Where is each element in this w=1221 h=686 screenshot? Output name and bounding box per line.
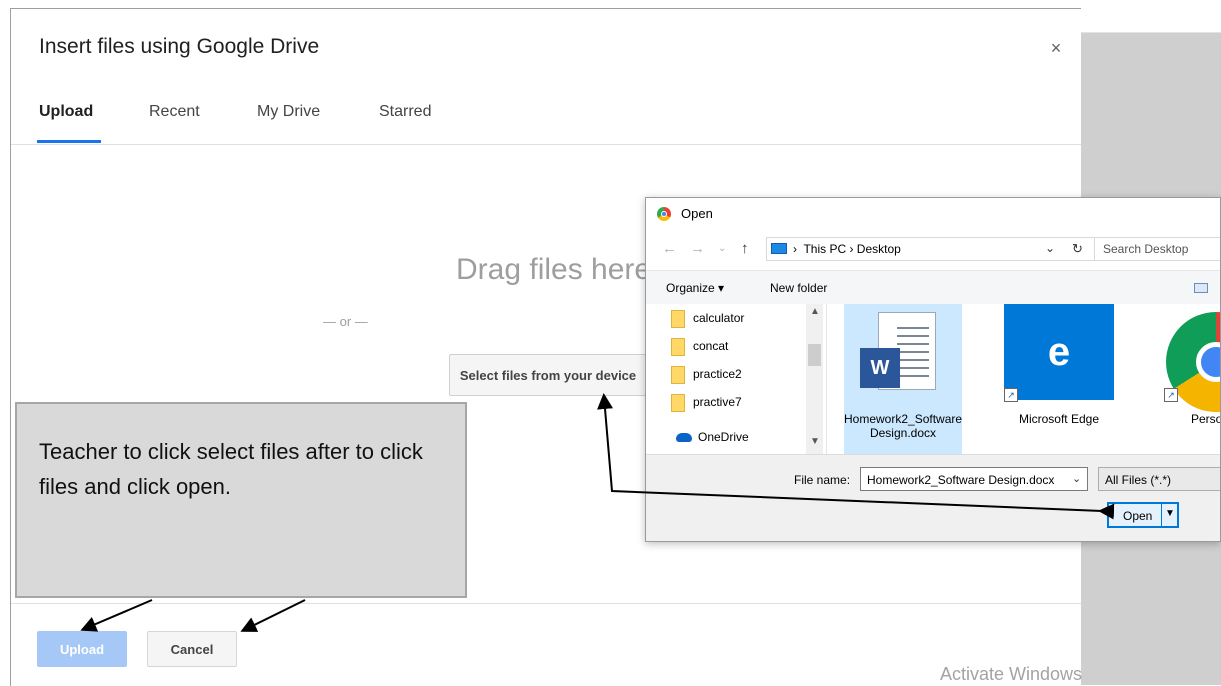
open-split-divider — [1161, 504, 1162, 526]
close-icon[interactable]: × — [1047, 39, 1065, 57]
search-placeholder: Search Desktop — [1103, 242, 1189, 256]
open-dialog-titlebar: Open — [646, 198, 1220, 230]
search-input[interactable]: Search Desktop — [1094, 237, 1220, 261]
chrome-icon — [657, 207, 671, 221]
address-dropdown-icon[interactable]: ⌄ — [1045, 241, 1055, 255]
file-type-select[interactable]: All Files (*.*) — [1098, 467, 1220, 491]
file-name-label: File name: — [794, 473, 851, 487]
file-item-homework2[interactable]: W Homework2_Software Design.docx — [844, 304, 962, 454]
tab-my-drive[interactable]: My Drive — [257, 103, 320, 121]
background-page-header — [1080, 0, 1221, 33]
file-item-chrome[interactable]: ↗ Perso Chr — [1164, 304, 1221, 454]
open-dialog-body: calculator concat practice2 practive7 On… — [646, 304, 1221, 454]
tab-active-indicator — [37, 140, 101, 143]
nav-item-label: calculator — [693, 311, 745, 326]
folder-icon — [671, 366, 685, 384]
refresh-icon[interactable]: ↻ — [1072, 241, 1083, 257]
scroll-down-icon[interactable]: ▼ — [810, 436, 820, 447]
open-button[interactable]: Open ▼ — [1107, 502, 1179, 528]
callout-text: Teacher to click select files after to c… — [39, 439, 423, 499]
nav-item-label: OneDrive — [698, 430, 749, 444]
open-button-label: Open — [1123, 509, 1153, 523]
file-label: Perso Chr — [1190, 412, 1221, 426]
scroll-up-icon[interactable]: ▲ — [810, 306, 820, 317]
nav-item-onedrive[interactable]: OneDrive — [676, 430, 749, 444]
view-options-icon[interactable] — [1194, 283, 1208, 293]
open-dialog-toolbar: Organize ▾ New folder — [646, 270, 1220, 305]
recent-locations-chevron-icon[interactable]: ⌄ — [718, 243, 726, 254]
organize-menu[interactable]: Organize ▾ — [666, 281, 724, 295]
folder-icon — [671, 310, 685, 328]
chevron-down-icon[interactable]: ⌄ — [1072, 472, 1081, 485]
up-arrow-icon[interactable]: ↑ — [741, 240, 749, 257]
activate-windows-watermark: Activate Windows — [940, 664, 1083, 684]
drag-files-text: Drag files here — [456, 253, 652, 286]
file-name-field[interactable]: Homework2_Software Design.docx ⌄ — [860, 467, 1088, 491]
address-prefix: › — [793, 242, 797, 256]
nav-item-concat[interactable]: concat — [671, 338, 728, 356]
new-folder-button[interactable]: New folder — [770, 281, 827, 295]
upload-button[interactable]: Upload — [37, 631, 127, 667]
tab-starred[interactable]: Starred — [379, 103, 431, 121]
forward-arrow-icon[interactable]: → — [690, 240, 705, 257]
nav-scrollbar[interactable]: ▲ ▼ — [806, 304, 823, 454]
tab-divider — [11, 144, 1081, 145]
open-dialog-navbar: ← → ⌄ ↑ › This PC › Desktop ⌄ ↻ Search D… — [646, 230, 1220, 270]
shortcut-arrow-icon: ↗ — [1004, 388, 1018, 402]
scrollbar-thumb[interactable] — [808, 344, 821, 366]
this-pc-icon — [771, 243, 787, 254]
onedrive-icon — [676, 433, 692, 443]
nav-item-practive7[interactable]: practive7 — [671, 394, 742, 412]
nav-item-practice2[interactable]: practice2 — [671, 366, 742, 384]
open-dialog-title: Open — [681, 206, 713, 221]
file-label: Microsoft Edge — [1018, 412, 1100, 426]
nav-item-label: concat — [693, 339, 729, 354]
back-arrow-icon[interactable]: ← — [662, 240, 677, 257]
address-text: This PC › Desktop — [803, 242, 901, 256]
open-dialog-bottom: File name: Homework2_Software Design.doc… — [646, 454, 1220, 541]
select-files-button[interactable]: Select files from your device — [449, 354, 647, 396]
folder-icon — [671, 394, 685, 412]
file-label: Homework2_Software Design.docx — [844, 412, 963, 440]
folder-icon — [671, 338, 685, 356]
address-bar[interactable]: › This PC › Desktop ⌄ ↻ — [766, 237, 1096, 261]
cancel-button[interactable]: Cancel — [147, 631, 237, 667]
picker-title: Insert files using Google Drive — [39, 35, 320, 58]
navigation-pane: calculator concat practice2 practive7 On… — [646, 304, 827, 454]
shortcut-arrow-icon: ↗ — [1164, 388, 1178, 402]
footer-divider — [11, 603, 1081, 604]
edge-icon: e — [1004, 304, 1114, 400]
nav-item-calculator[interactable]: calculator — [671, 310, 744, 328]
or-separator: — or — — [323, 314, 368, 329]
word-badge-icon: W — [860, 348, 900, 388]
file-item-microsoft-edge[interactable]: e ↗ Microsoft Edge — [1004, 304, 1122, 454]
annotation-callout: Teacher to click select files after to c… — [15, 402, 467, 598]
file-type-value: All Files (*.*) — [1105, 473, 1172, 487]
nav-item-label: practive7 — [693, 395, 742, 410]
open-file-dialog: Open ← → ⌄ ↑ › This PC › Desktop ⌄ ↻ Sea… — [645, 197, 1221, 542]
open-dropdown-icon[interactable]: ▼ — [1165, 508, 1175, 519]
address-path: › This PC › Desktop — [793, 242, 901, 256]
tab-recent[interactable]: Recent — [149, 103, 200, 121]
nav-item-label: practice2 — [693, 367, 742, 382]
tab-upload[interactable]: Upload — [39, 103, 93, 121]
file-name-value: Homework2_Software Design.docx — [867, 473, 1055, 487]
